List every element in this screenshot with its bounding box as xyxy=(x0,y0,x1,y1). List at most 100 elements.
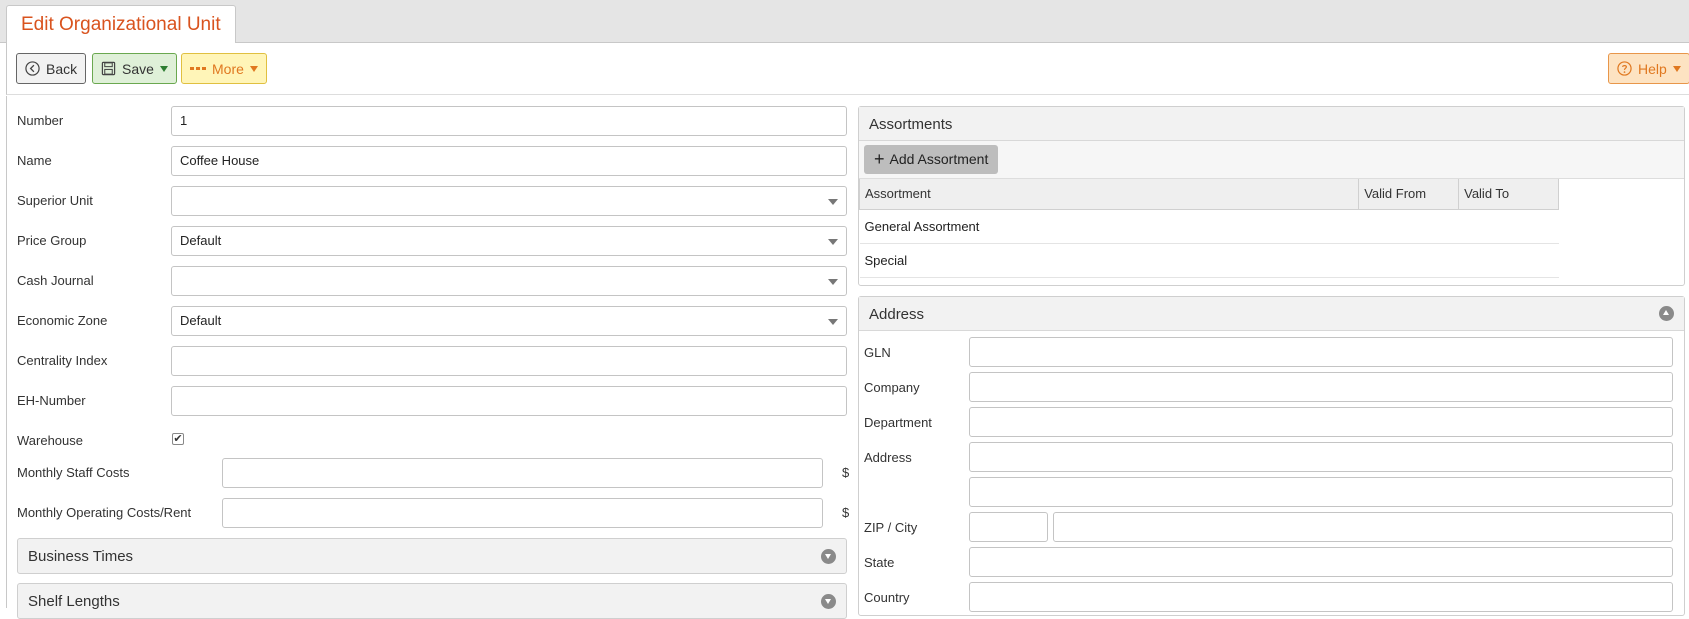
column-header-valid-to[interactable]: Valid To xyxy=(1458,179,1559,210)
gln-row: GLN xyxy=(864,337,1679,367)
monthly-staff-costs-label: Monthly Staff Costs xyxy=(17,465,130,480)
valid-from-cell xyxy=(1358,209,1459,244)
form-content: Number 1 Name Coffee House Superior Unit… xyxy=(6,96,1689,619)
assortments-panel: Assortments + Add Assortment Assortment … xyxy=(858,106,1685,286)
chevron-down-icon xyxy=(1672,65,1681,72)
cash-journal-select[interactable] xyxy=(171,266,847,296)
zip-field[interactable] xyxy=(969,512,1048,542)
department-field[interactable] xyxy=(969,407,1673,437)
superior-unit-row: Superior Unit xyxy=(17,186,847,216)
valid-to-cell xyxy=(1458,243,1559,278)
expand-icon[interactable] xyxy=(821,549,836,564)
economic-zone-row: Economic Zone Default xyxy=(17,306,847,336)
warehouse-row: Warehouse ✔ xyxy=(17,426,847,450)
shelf-lengths-section[interactable]: Shelf Lengths xyxy=(17,583,847,619)
currency-unit: $ xyxy=(842,465,850,480)
price-group-select[interactable]: Default xyxy=(171,226,847,256)
economic-zone-label: Economic Zone xyxy=(17,313,108,328)
department-row: Department xyxy=(864,407,1679,437)
name-row: Name Coffee House xyxy=(17,146,847,176)
gln-field[interactable] xyxy=(969,337,1673,367)
save-label: Save xyxy=(122,60,154,77)
city-field[interactable] xyxy=(1053,512,1673,542)
department-label: Department xyxy=(864,415,932,430)
address-line2-field[interactable] xyxy=(969,477,1673,507)
eh-number-field[interactable] xyxy=(171,386,847,416)
assortment-cell: Special xyxy=(859,243,1359,278)
country-label: Country xyxy=(864,590,910,605)
monthly-operating-row: Monthly Operating Costs/Rent $ xyxy=(17,498,850,528)
monthly-staff-costs-row: Monthly Staff Costs $ xyxy=(17,458,850,488)
state-label: State xyxy=(864,555,895,570)
address-line1-field[interactable] xyxy=(969,442,1673,472)
expand-icon[interactable] xyxy=(821,594,836,609)
gln-label: GLN xyxy=(864,345,891,360)
chevron-down-icon xyxy=(159,65,168,72)
monthly-operating-field[interactable] xyxy=(222,498,823,528)
assortment-cell: General Assortment xyxy=(859,209,1359,244)
more-label: More xyxy=(212,60,244,77)
floppy-disk-icon xyxy=(101,61,116,76)
centrality-index-row: Centrality Index xyxy=(17,346,847,376)
warehouse-checkbox[interactable]: ✔ xyxy=(172,433,184,445)
price-group-row: Price Group Default xyxy=(17,226,847,256)
monthly-staff-costs-field[interactable] xyxy=(222,458,823,488)
add-assortment-button[interactable]: + Add Assortment xyxy=(864,145,999,174)
name-field[interactable]: Coffee House xyxy=(171,146,847,176)
state-row: State xyxy=(864,547,1679,577)
more-dots-icon xyxy=(190,66,206,70)
address-line2-row xyxy=(864,477,1679,507)
number-label: Number xyxy=(17,113,64,128)
add-assortment-label: Add Assortment xyxy=(889,151,989,167)
state-field[interactable] xyxy=(969,547,1673,577)
zip-city-label: ZIP / City xyxy=(864,520,918,535)
company-field[interactable] xyxy=(969,372,1673,402)
shelf-lengths-title: Shelf Lengths xyxy=(28,593,120,610)
back-icon xyxy=(25,61,40,76)
address-panel: Address GLN Company Department Address Z… xyxy=(858,296,1685,616)
back-label: Back xyxy=(46,60,78,77)
tab-bar: Edit Organizational Unit xyxy=(0,0,1689,44)
column-header-valid-from[interactable]: Valid From xyxy=(1358,179,1460,210)
eh-number-label: EH-Number xyxy=(17,393,86,408)
superior-unit-label: Superior Unit xyxy=(17,193,93,208)
centrality-index-label: Centrality Index xyxy=(17,353,108,368)
assortments-table: Assortment Valid From Valid To General A… xyxy=(858,179,1559,278)
more-button[interactable]: More xyxy=(181,53,267,84)
question-icon xyxy=(1617,61,1632,76)
warehouse-label: Warehouse xyxy=(17,433,83,448)
assortments-toolbar: + Add Assortment xyxy=(859,141,1684,179)
collapse-icon[interactable] xyxy=(1659,306,1674,321)
help-button[interactable]: Help xyxy=(1608,53,1689,84)
address-row: Address xyxy=(864,442,1679,472)
address-title: Address xyxy=(869,306,925,323)
valid-to-cell xyxy=(1458,209,1559,244)
cash-journal-row: Cash Journal xyxy=(17,266,847,296)
save-button[interactable]: Save xyxy=(92,53,177,84)
zip-city-row: ZIP / City xyxy=(864,512,1679,542)
table-row[interactable]: Special xyxy=(859,243,1559,278)
table-header-row: Assortment Valid From Valid To xyxy=(858,179,1559,210)
help-label: Help xyxy=(1638,60,1667,77)
cash-journal-label: Cash Journal xyxy=(17,273,94,288)
business-times-title: Business Times xyxy=(28,548,134,565)
monthly-operating-label: Monthly Operating Costs/Rent xyxy=(17,505,192,520)
tab-edit-organizational-unit[interactable]: Edit Organizational Unit xyxy=(6,5,236,44)
centrality-index-field[interactable] xyxy=(171,346,847,376)
chevron-down-icon xyxy=(249,65,258,72)
name-label: Name xyxy=(17,153,52,168)
table-row[interactable]: General Assortment xyxy=(859,209,1559,244)
business-times-section[interactable]: Business Times xyxy=(17,538,847,574)
superior-unit-select[interactable] xyxy=(171,186,847,216)
currency-unit: $ xyxy=(842,505,850,520)
plus-icon: + xyxy=(874,149,885,169)
economic-zone-select[interactable]: Default xyxy=(171,306,847,336)
address-label: Address xyxy=(864,450,912,465)
price-group-label: Price Group xyxy=(17,233,87,248)
back-button[interactable]: Back xyxy=(16,53,87,84)
number-field[interactable]: 1 xyxy=(171,106,847,136)
toolbar: Back Save More Help xyxy=(6,43,1689,95)
eh-number-row: EH-Number xyxy=(17,386,847,416)
address-header[interactable]: Address xyxy=(859,297,1684,331)
column-header-assortment[interactable]: Assortment xyxy=(858,179,1360,210)
